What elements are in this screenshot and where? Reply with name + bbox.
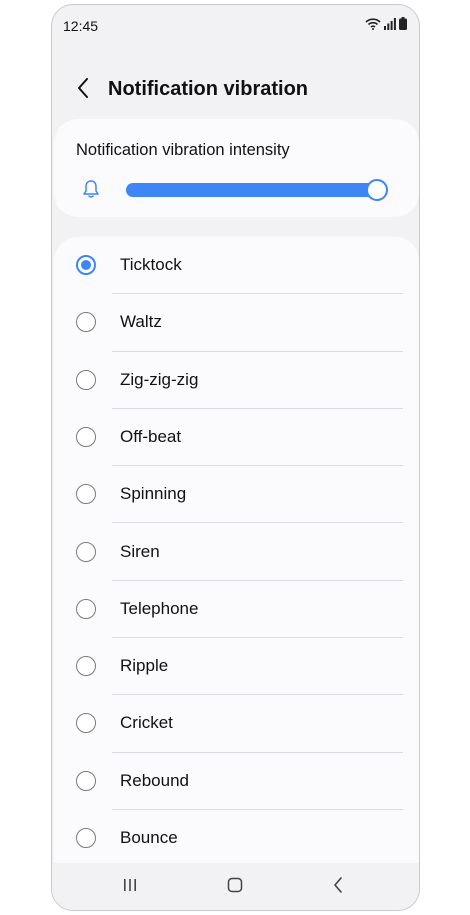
vibration-option[interactable]: Zig-zig-zig xyxy=(54,352,419,409)
radio-button[interactable] xyxy=(76,369,96,390)
option-label: Off-beat xyxy=(120,426,182,446)
vibration-option[interactable]: Telephone xyxy=(54,581,419,639)
vibration-option[interactable]: Spinning xyxy=(54,466,419,524)
status-bar: 12:45 xyxy=(52,5,419,45)
nav-back-button[interactable] xyxy=(318,873,358,901)
intensity-label: Notification vibration intensity xyxy=(76,141,290,159)
option-label: Rebound xyxy=(120,770,190,790)
intensity-card: Notification vibration intensity xyxy=(54,119,419,217)
radio-button[interactable] xyxy=(76,598,96,619)
radio-button[interactable] xyxy=(76,770,96,791)
bell-icon xyxy=(82,179,100,204)
status-time: 12:45 xyxy=(63,18,99,34)
recents-button[interactable] xyxy=(110,873,150,901)
status-icons xyxy=(365,17,407,30)
recents-icon xyxy=(122,877,138,898)
vibration-option[interactable]: Rebound xyxy=(54,753,419,810)
option-label: Zig-zig-zig xyxy=(120,369,199,389)
vibration-option[interactable]: Ripple xyxy=(54,638,419,696)
back-button[interactable] xyxy=(68,75,98,105)
option-label: Bounce xyxy=(120,828,178,847)
vibration-option[interactable]: Siren xyxy=(54,524,419,581)
radio-button-selected[interactable] xyxy=(76,255,96,275)
radio-button[interactable] xyxy=(76,312,96,333)
intensity-slider[interactable] xyxy=(126,179,388,201)
slider-fill xyxy=(126,183,377,197)
radio-button[interactable] xyxy=(76,484,96,505)
vibration-option[interactable]: Waltz xyxy=(54,294,419,352)
phone-screen: 12:45 Notification vibration Notificatio… xyxy=(51,4,420,911)
radio-button[interactable] xyxy=(76,656,96,677)
vibration-pattern-list: Ticktock Waltz Zig-zig-zig Off-beat Spinning… xyxy=(54,237,419,867)
vibration-option[interactable]: Off-beat xyxy=(54,409,419,467)
radio-button[interactable] xyxy=(76,541,96,562)
page-title: Notification vibration xyxy=(108,78,308,100)
vibration-option[interactable]: Cricket xyxy=(54,695,419,753)
option-label: Telephone xyxy=(120,598,199,618)
header: Notification vibration xyxy=(52,65,419,117)
wifi-icon xyxy=(365,17,381,30)
radio-button[interactable] xyxy=(76,828,96,848)
chevron-left-icon xyxy=(77,77,89,103)
option-label: Spinning xyxy=(120,484,187,504)
option-label: Ripple xyxy=(120,656,169,676)
radio-button[interactable] xyxy=(76,713,96,734)
option-label: Cricket xyxy=(120,713,173,733)
signal-icon xyxy=(384,17,396,30)
back-icon xyxy=(333,876,343,898)
option-label: Siren xyxy=(120,541,160,561)
slider-thumb[interactable] xyxy=(366,179,388,201)
home-icon xyxy=(227,877,243,898)
option-label: Waltz xyxy=(120,312,162,332)
home-button[interactable] xyxy=(215,873,255,901)
vibration-option[interactable]: Ticktock xyxy=(54,237,419,295)
vibration-option[interactable]: Bounce xyxy=(54,810,419,867)
navigation-bar xyxy=(52,863,419,910)
option-label: Ticktock xyxy=(120,255,182,274)
battery-icon xyxy=(399,17,407,30)
radio-button[interactable] xyxy=(76,426,96,447)
